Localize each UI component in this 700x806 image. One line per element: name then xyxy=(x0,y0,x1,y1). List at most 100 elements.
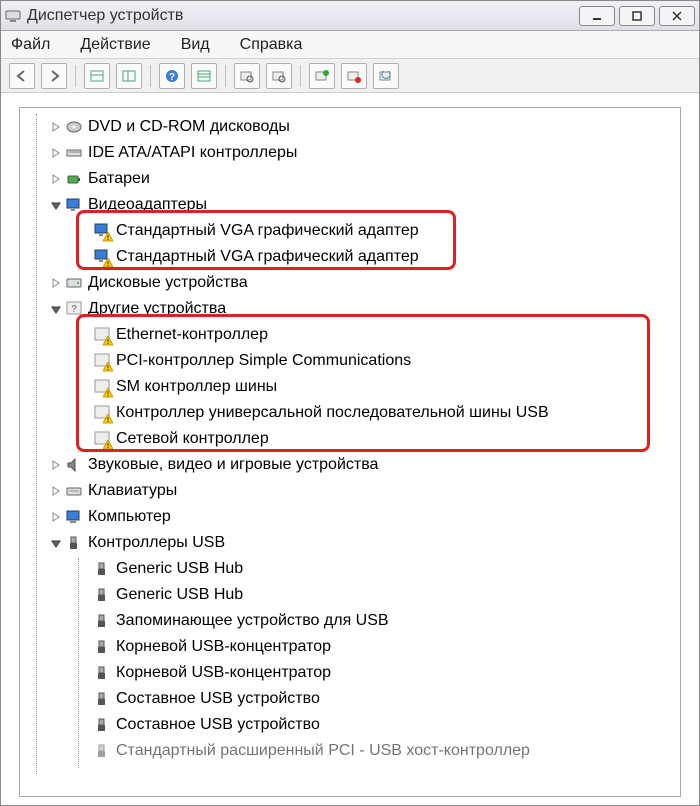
expander-collapsed-icon[interactable] xyxy=(50,459,62,471)
toolbar-view2[interactable] xyxy=(116,63,142,89)
warning-overlay-icon xyxy=(103,440,113,450)
tree-label: Компьютер xyxy=(88,508,171,526)
expander-expanded-icon[interactable] xyxy=(50,303,62,315)
close-button[interactable] xyxy=(659,6,695,26)
usb-icon xyxy=(92,663,112,683)
toolbar-enable[interactable] xyxy=(309,63,335,89)
warning-overlay-icon xyxy=(103,362,113,372)
tree-box[interactable]: DVD и CD-ROM дисководы IDE ATA/ATAPI кон… xyxy=(19,107,681,797)
tree-item-pci[interactable]: PCI-контроллер Simple Communications xyxy=(24,348,676,374)
expander-expanded-icon[interactable] xyxy=(50,199,62,211)
warning-overlay-icon xyxy=(103,388,113,398)
tree-item-vga2[interactable]: Стандартный VGA графический адаптер xyxy=(24,244,676,270)
tree-item-other[interactable]: ? Другие устройства xyxy=(24,296,676,322)
forward-button[interactable] xyxy=(41,63,67,89)
unknown-icon xyxy=(92,403,112,423)
tree-item-usb-generic2[interactable]: Generic USB Hub xyxy=(24,582,676,608)
tree-item-usbbus[interactable]: Контроллер универсальной последовательно… xyxy=(24,400,676,426)
tree-item-usb-generic1[interactable]: Generic USB Hub xyxy=(24,556,676,582)
window-title: Диспетчер устройств xyxy=(27,7,579,25)
tree-item-video[interactable]: Видеоадаптеры xyxy=(24,192,676,218)
tree-item-dvd[interactable]: DVD и CD-ROM дисководы xyxy=(24,114,676,140)
toolbar-separator xyxy=(75,65,76,87)
tree-label: Ethernet-контроллер xyxy=(116,326,268,344)
warning-overlay-icon xyxy=(103,414,113,424)
expander-collapsed-icon[interactable] xyxy=(50,121,62,133)
toolbar-search2[interactable] xyxy=(266,63,292,89)
tree-label: DVD и CD-ROM дисководы xyxy=(88,118,290,136)
toolbar-separator xyxy=(225,65,226,87)
toolbar-view3[interactable] xyxy=(191,63,217,89)
tree-item-usb-host[interactable]: Стандартный расширенный PCI - USB хост-к… xyxy=(24,738,676,764)
menu-view[interactable]: Вид xyxy=(181,36,210,54)
maximize-button[interactable] xyxy=(619,6,655,26)
tree-item-usb-storage[interactable]: Запоминающее устройство для USB xyxy=(24,608,676,634)
expander-collapsed-icon[interactable] xyxy=(50,485,62,497)
unknown-icon xyxy=(92,429,112,449)
warning-overlay-icon xyxy=(103,258,113,268)
tree-item-usb-root2[interactable]: Корневой USB-концентратор xyxy=(24,660,676,686)
toolbar: ? xyxy=(1,59,699,93)
battery-icon xyxy=(64,169,84,189)
tree-label: SM контроллер шины xyxy=(116,378,277,396)
computer-icon xyxy=(64,507,84,527)
audio-icon xyxy=(64,455,84,475)
tree-item-sm[interactable]: SM контроллер шины xyxy=(24,374,676,400)
tree-item-computer[interactable]: Компьютер xyxy=(24,504,676,530)
tree-item-usbcontrollers[interactable]: Контроллеры USB xyxy=(24,530,676,556)
tree-guide-line xyxy=(78,324,79,452)
svg-text:?: ? xyxy=(169,72,175,83)
display-icon xyxy=(92,247,112,267)
warning-overlay-icon xyxy=(103,336,113,346)
tree-item-battery[interactable]: Батареи xyxy=(24,166,676,192)
back-button[interactable] xyxy=(9,63,35,89)
usb-icon xyxy=(92,741,112,761)
tree-item-keyboards[interactable]: Клавиатуры xyxy=(24,478,676,504)
toolbar-search1[interactable] xyxy=(234,63,260,89)
tree-item-vga1[interactable]: Стандартный VGA графический адаптер xyxy=(24,218,676,244)
expander-collapsed-icon[interactable] xyxy=(50,173,62,185)
window-frame: Диспетчер устройств Файл Действие Вид Сп… xyxy=(0,0,700,806)
expander-collapsed-icon[interactable] xyxy=(50,511,62,523)
unknown-icon xyxy=(92,377,112,397)
menubar: Файл Действие Вид Справка xyxy=(1,31,699,59)
toolbar-disable[interactable] xyxy=(341,63,367,89)
unknown-icon xyxy=(92,325,112,345)
tree-guide-line xyxy=(78,220,79,270)
tree-item-ethernet[interactable]: Ethernet-контроллер xyxy=(24,322,676,348)
tree-item-netctrl[interactable]: Сетевой контроллер xyxy=(24,426,676,452)
expander-collapsed-icon[interactable] xyxy=(50,277,62,289)
app-icon xyxy=(5,8,21,24)
toolbar-view1[interactable] xyxy=(84,63,110,89)
keyboard-icon xyxy=(64,481,84,501)
tree-label: PCI-контроллер Simple Communications xyxy=(116,352,411,370)
menu-action[interactable]: Действие xyxy=(80,36,150,54)
toolbar-scan[interactable] xyxy=(373,63,399,89)
tree-item-usb-composite1[interactable]: Составное USB устройство xyxy=(24,686,676,712)
toolbar-separator xyxy=(150,65,151,87)
svg-text:?: ? xyxy=(71,304,77,315)
menu-help[interactable]: Справка xyxy=(240,36,303,54)
tree-label: Корневой USB-концентратор xyxy=(116,664,331,682)
tree-item-usb-composite2[interactable]: Составное USB устройство xyxy=(24,712,676,738)
tree-item-ide[interactable]: IDE ATA/ATAPI контроллеры xyxy=(24,140,676,166)
expander-collapsed-icon[interactable] xyxy=(50,147,62,159)
tree-label: Составное USB устройство xyxy=(116,716,320,734)
tree-item-audio[interactable]: Звуковые, видео и игровые устройства xyxy=(24,452,676,478)
disk-icon xyxy=(64,273,84,293)
titlebar: Диспетчер устройств xyxy=(1,1,699,31)
tree-item-disk[interactable]: Дисковые устройства xyxy=(24,270,676,296)
menu-file[interactable]: Файл xyxy=(11,36,50,54)
expander-expanded-icon[interactable] xyxy=(50,537,62,549)
help-button[interactable]: ? xyxy=(159,63,185,89)
tree-label: Сетевой контроллер xyxy=(116,430,269,448)
tree-item-usb-root1[interactable]: Корневой USB-концентратор xyxy=(24,634,676,660)
usb-icon xyxy=(64,533,84,553)
tree-label: Звуковые, видео и игровые устройства xyxy=(88,456,378,474)
tree-label: Клавиатуры xyxy=(88,482,177,500)
display-icon xyxy=(92,221,112,241)
tree-label: Контроллер универсальной последовательно… xyxy=(116,404,549,422)
tree-label: Корневой USB-концентратор xyxy=(116,638,331,656)
usb-icon xyxy=(92,715,112,735)
minimize-button[interactable] xyxy=(579,6,615,26)
